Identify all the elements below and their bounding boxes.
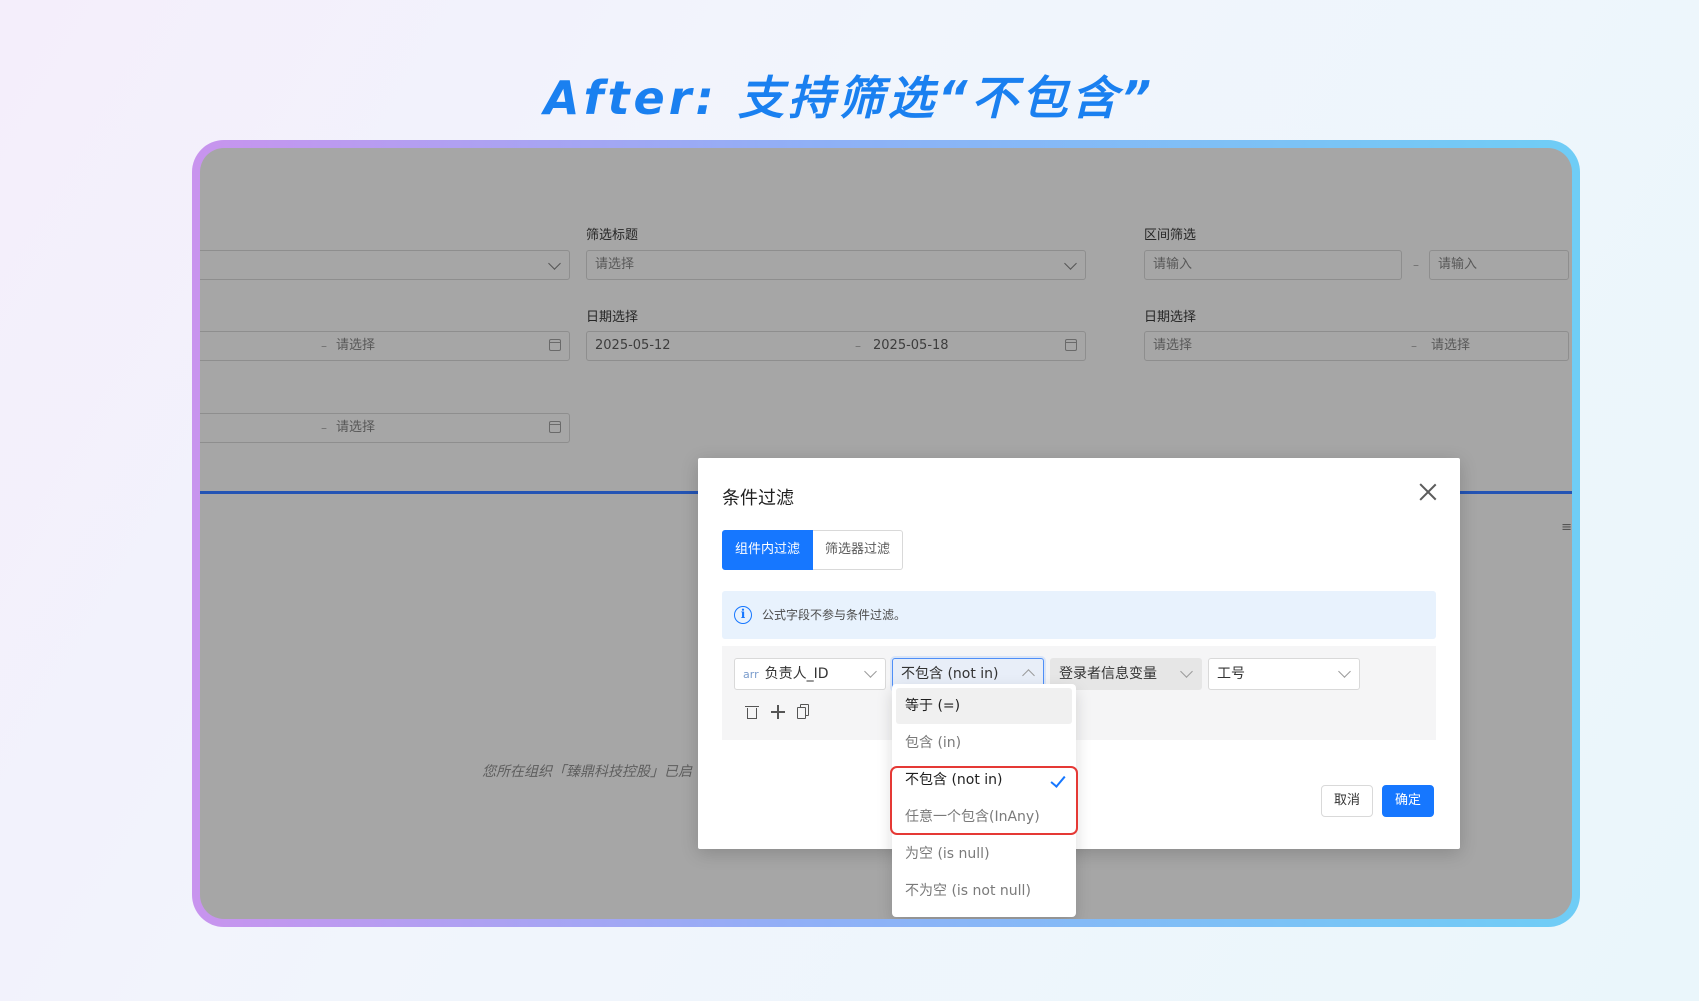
date-separator: – [321,421,327,435]
calendar-icon [1065,339,1077,351]
field-type-tag: arr [743,668,759,681]
option-equal[interactable]: 等于 (=) [896,688,1072,724]
date-2-start-placeholder: 请选择 [1153,338,1193,353]
value-source-value: 登录者信息变量 [1059,666,1157,682]
check-icon [1050,772,1066,788]
cancel-button[interactable]: 取消 [1321,785,1374,817]
chevron-down-icon [1064,257,1077,270]
chevron-down-icon [1338,665,1351,678]
chevron-down-icon [864,665,877,678]
date-1-start: 2025-05-12 [595,338,671,353]
page-headline: After: 支持筛选“不包含” [543,71,1156,125]
org-notice: 您所在组织「臻鼎科技控股」已启 [482,764,692,780]
filter-title-select[interactable]: 请选择 [586,250,1086,280]
value-field-select[interactable]: 工号 [1208,658,1360,690]
date-separator: – [321,339,327,353]
modal-title: 条件过滤 [722,488,794,509]
tab-filter-widget[interactable]: 筛选器过滤 [813,530,904,570]
date-1-end: 2025-05-18 [873,338,949,353]
date-range-2[interactable]: 请选择 – 请选择 [1144,331,1569,361]
operator-value: 不包含 (not in) [901,666,999,682]
menu-icon[interactable]: ≡ [1561,520,1572,535]
date-range-1[interactable]: 2025-05-12 – 2025-05-18 [586,331,1086,361]
left-select-1[interactable] [200,250,570,280]
date-separator: – [855,339,861,353]
filter-title-placeholder: 请选择 [595,257,635,272]
date-select-label-1: 日期选择 [586,310,639,325]
field-value: 负责人_ID [764,666,829,682]
option-is-not-null[interactable]: 不为空 (is not null) [896,873,1072,909]
left-date-range-1[interactable]: – 请选择 [200,331,570,361]
range-separator: – [1413,258,1419,272]
plus-icon[interactable] [770,704,786,720]
condition-filter-modal: 条件过滤 组件内过滤 筛选器过滤 i 公式字段不参与条件过滤。 arr 负责人_I… [698,458,1460,849]
value-field-value: 工号 [1217,666,1245,682]
filter-tabs: 组件内过滤 筛选器过滤 [722,530,904,570]
operator-dropdown: 等于 (=) 包含 (in) 不包含 (not in) 任意一个包含(InAny… [890,684,1078,917]
range-from-placeholder: 请输入 [1153,257,1193,272]
copy-icon[interactable] [796,704,812,720]
chevron-up-icon [1022,669,1035,682]
left-date-range-2[interactable]: – 请选择 [200,413,570,443]
option-not-in-label: 不包含 (not in) [905,772,1003,788]
chevron-down-icon [548,257,561,270]
left-date-end-placeholder: 请选择 [336,338,376,353]
trash-icon[interactable] [744,704,760,720]
chevron-down-icon [1180,665,1193,678]
range-to-input[interactable]: 请输入 [1429,250,1569,280]
left-date2-end-placeholder: 请选择 [336,420,376,435]
row-actions [744,704,812,720]
range-to-placeholder: 请输入 [1438,257,1478,272]
option-in[interactable]: 包含 (in) [896,725,1072,761]
date-separator: – [1411,339,1417,353]
date-2-end-placeholder: 请选择 [1431,338,1471,353]
condition-row: arr 负责人_ID 不包含 (not in) 登录者信息变量 工号 [722,646,1436,740]
calendar-icon [549,421,561,433]
date-select-label-2: 日期选择 [1144,310,1197,325]
ok-button[interactable]: 确定 [1382,785,1435,817]
option-in-any[interactable]: 任意一个包含(InAny) [896,799,1072,835]
info-text: 公式字段不参与条件过滤。 [762,608,907,622]
option-not-in[interactable]: 不包含 (not in) [896,762,1072,798]
field-select[interactable]: arr 负责人_ID [734,658,886,690]
app-screen: 筛选标题 请选择 区间筛选 请输入 – 请输入 – 请选择 日期选择 2025-… [200,148,1572,919]
range-from-input[interactable]: 请输入 [1144,250,1402,280]
filter-title-label: 筛选标题 [586,228,639,243]
close-icon[interactable] [1416,480,1440,504]
tab-component-filter[interactable]: 组件内过滤 [722,530,814,570]
option-is-null[interactable]: 为空 (is null) [896,836,1072,872]
range-filter-label: 区间筛选 [1144,228,1197,243]
info-banner: i 公式字段不参与条件过滤。 [722,591,1436,639]
info-icon: i [734,606,752,624]
screenshot-frame: 筛选标题 请选择 区间筛选 请输入 – 请输入 – 请选择 日期选择 2025-… [192,140,1580,927]
calendar-icon [549,339,561,351]
